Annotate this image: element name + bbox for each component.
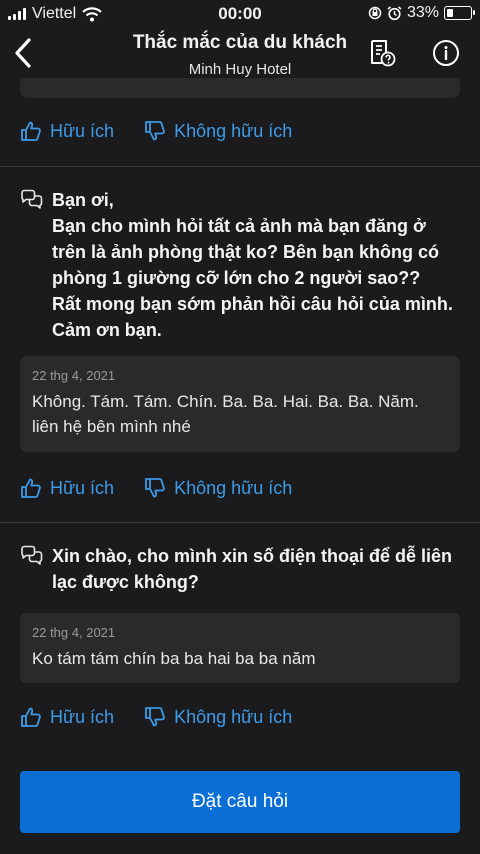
question-item: Bạn ơi, Bạn cho mình hỏi tất cả ảnh mà b… — [20, 187, 460, 343]
status-bar: Viettel 00:00 33% — [0, 0, 480, 28]
ask-question-button[interactable]: Đặt câu hỏi — [20, 771, 460, 833]
thumbs-down-icon — [145, 707, 165, 727]
not-helpful-label: Không hữu ích — [174, 120, 293, 141]
question-text: Bạn ơi, Bạn cho mình hỏi tất cả ảnh mà b… — [52, 190, 453, 340]
feedback-row: Hữu ích Không hữu ích — [20, 477, 292, 499]
answer-box: 22 thg 4, 2021 Ko tám tám chín ba ba hai… — [20, 613, 460, 683]
speech-bubbles-icon — [21, 545, 43, 565]
info-icon[interactable] — [431, 38, 461, 68]
speech-bubbles-icon — [21, 189, 43, 209]
answer-box: 22 thg 4, 2021 Không. Tám. Tám. Chín. Ba… — [20, 356, 460, 452]
thumbs-up-icon — [21, 478, 41, 498]
thumbs-up-icon — [21, 707, 41, 727]
helpful-label: Hữu ích — [50, 706, 115, 727]
not-helpful-button[interactable]: Không hữu ích — [144, 120, 292, 142]
not-helpful-label: Không hữu ích — [174, 706, 293, 727]
helpful-button[interactable]: Hữu ích — [20, 706, 114, 728]
alarm-icon — [387, 5, 402, 20]
page-title: Thắc mắc của du khách — [132, 32, 348, 53]
not-helpful-button[interactable]: Không hữu ích — [144, 477, 292, 499]
helpful-label: Hữu ích — [50, 120, 115, 141]
thumbs-down-icon — [145, 478, 165, 498]
previous-answer-box — [20, 78, 460, 98]
helpful-button[interactable]: Hữu ích — [20, 477, 114, 499]
feedback-row: Hữu ích Không hữu ích — [20, 706, 292, 728]
question-text: Xin chào, cho mình xin số điện thoại để … — [52, 546, 453, 592]
battery-icon — [444, 6, 475, 20]
helpful-label: Hữu ích — [50, 477, 115, 498]
divider — [0, 522, 480, 523]
answer-text: Không. Tám. Tám. Chín. Ba. Ba. Hai. Ba. … — [32, 392, 419, 436]
thumbs-up-icon — [21, 121, 41, 141]
feedback-row: Hữu ích Không hữu ích — [20, 120, 292, 142]
document-question-icon[interactable] — [368, 38, 398, 68]
status-right: 33% — [368, 4, 475, 22]
helpful-button[interactable]: Hữu ích — [20, 120, 114, 142]
hotel-name: Minh Huy Hotel — [188, 61, 292, 78]
answer-date: 22 thg 4, 2021 — [32, 625, 116, 640]
not-helpful-button[interactable]: Không hữu ích — [144, 706, 292, 728]
nav-header: Thắc mắc của du khách Minh Huy Hotel — [0, 28, 480, 84]
divider — [0, 166, 480, 167]
not-helpful-label: Không hữu ích — [174, 477, 293, 498]
battery-percent: 33% — [406, 4, 439, 21]
orientation-lock-icon — [368, 6, 382, 20]
thumbs-down-icon — [145, 121, 165, 141]
answer-date: 22 thg 4, 2021 — [32, 368, 116, 383]
question-item: Xin chào, cho mình xin số điện thoại để … — [20, 543, 460, 595]
answer-text: Ko tám tám chín ba ba hai ba ba năm — [32, 649, 316, 668]
